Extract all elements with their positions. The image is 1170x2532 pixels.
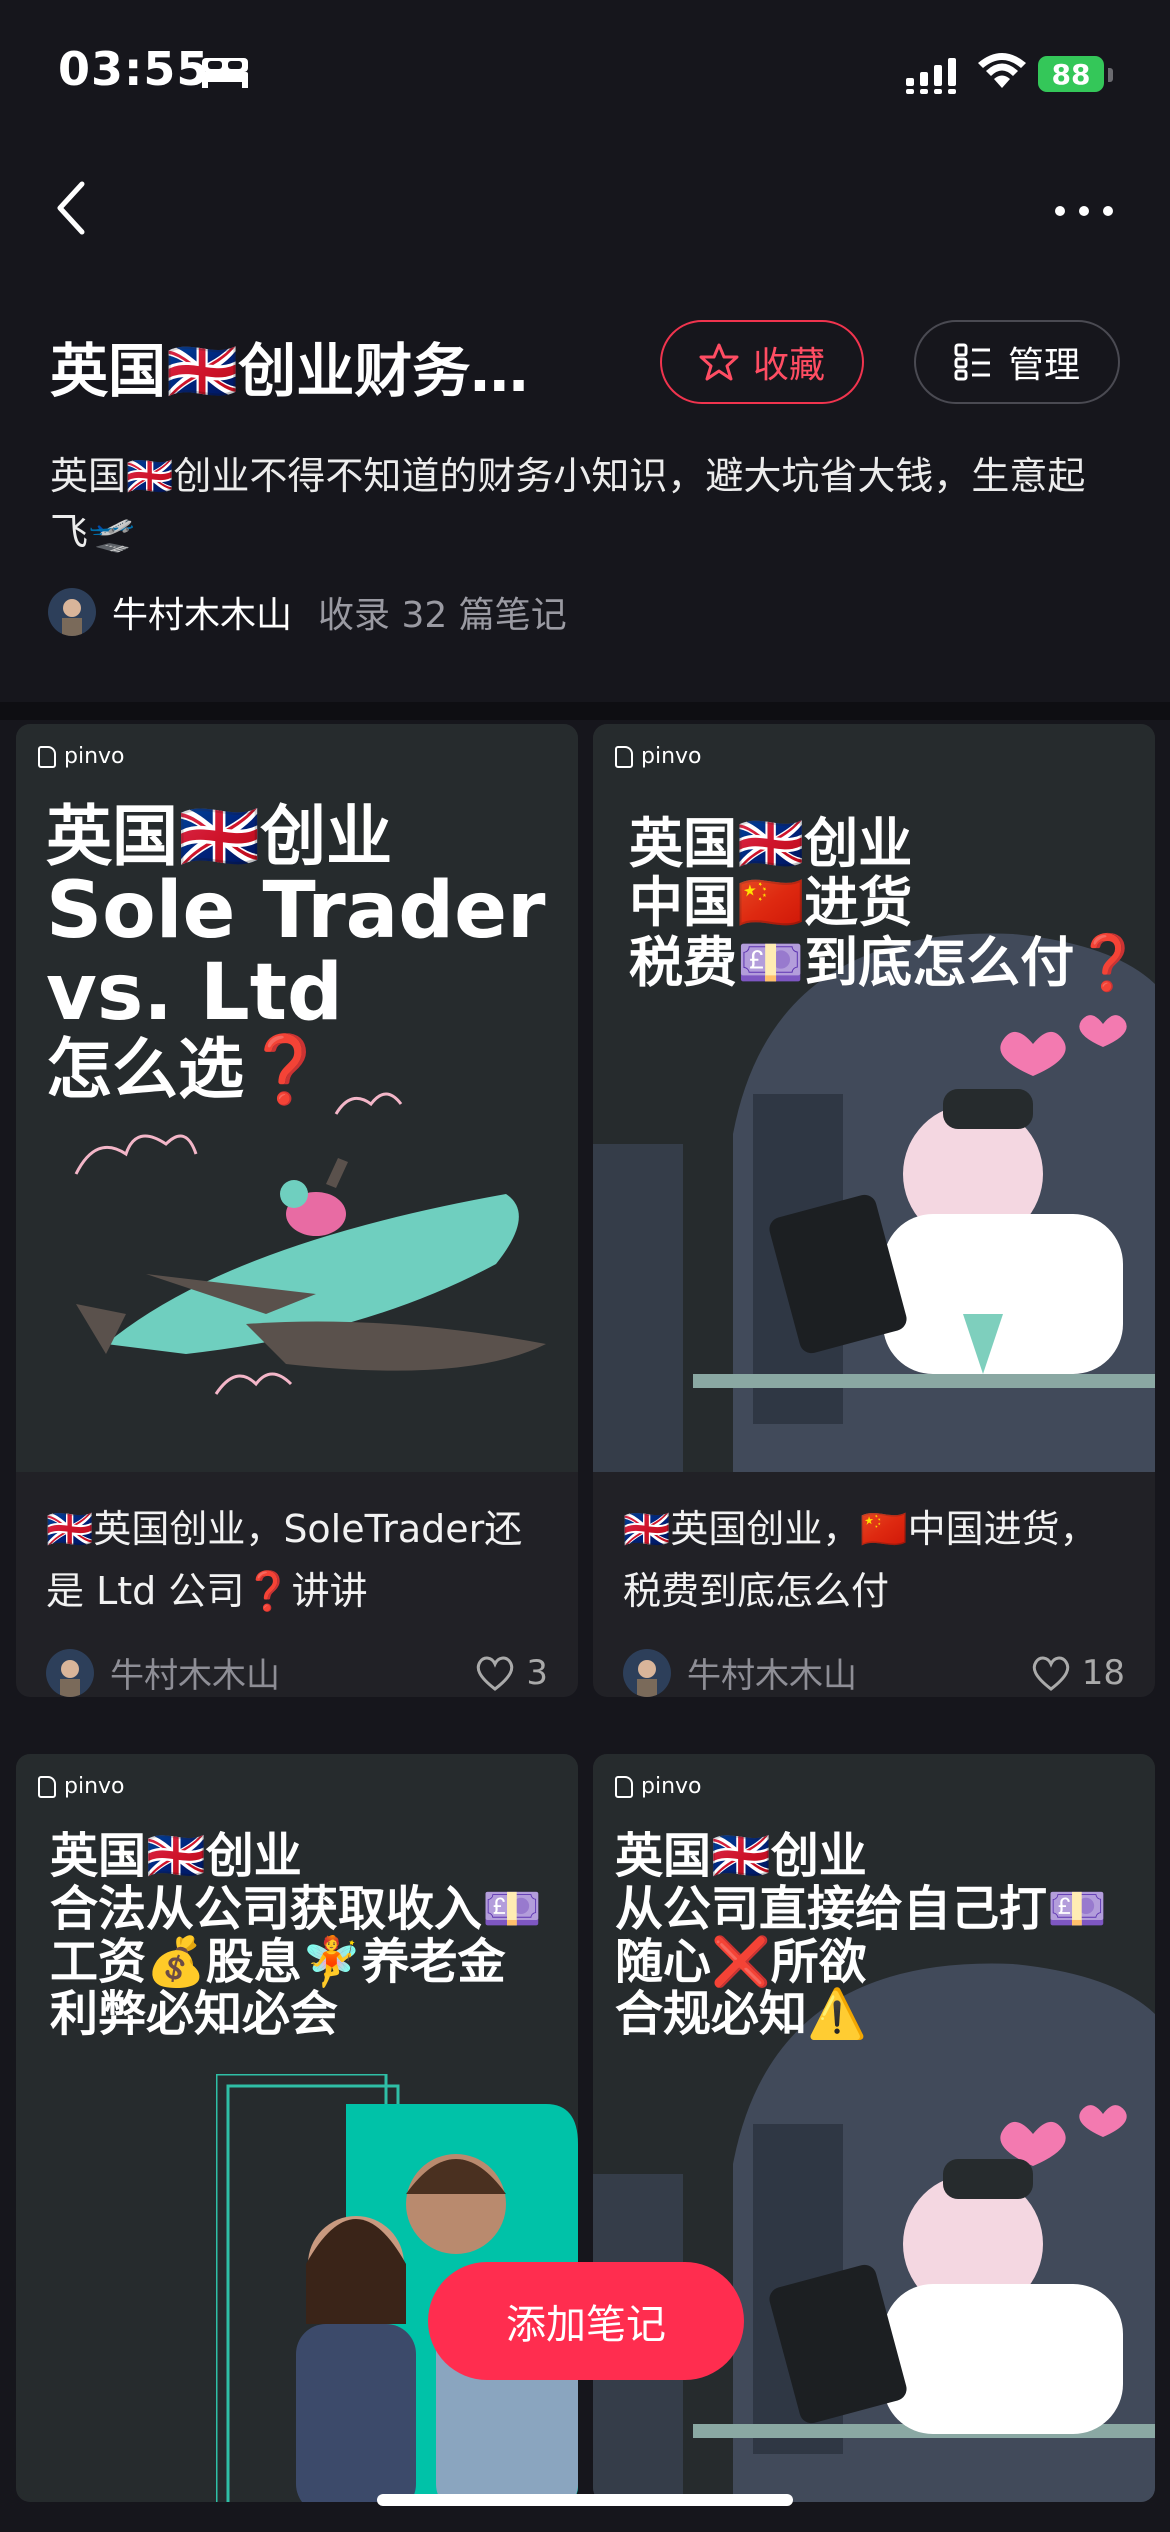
cover-headline: 英国🇬🇧创业 中国🇨🇳进货 税费💷到底怎么付❓ (629, 812, 1142, 994)
favorite-button[interactable]: 收藏 (660, 320, 864, 404)
author-avatar[interactable] (48, 588, 96, 636)
battery-tip (1108, 68, 1113, 82)
note-card[interactable]: pinvo 英国🇬🇧创业 Sole Trader vs. Ltd 怎么选❓ 🇬🇧… (16, 724, 578, 1697)
note-title[interactable]: 🇬🇧英国创业，🇨🇳中国进货，税费到底怎么付 (593, 1472, 1155, 1630)
wifi-icon (978, 53, 1026, 88)
airplane-illustration (74, 1092, 546, 1395)
note-count: 收录 32 篇笔记 (318, 595, 567, 636)
like-button[interactable]: 18 (1030, 1653, 1125, 1693)
note-footer: 牛村木木山 3 (16, 1630, 578, 1697)
cover-headline: 英国🇬🇧创业 Sole Trader vs. Ltd 怎么选❓ (46, 798, 546, 1109)
favorite-label: 收藏 (752, 345, 825, 386)
note-cover[interactable]: pinvo 英国🇬🇧创业 中国🇨🇳进货 税费💷到底怎么付❓ (593, 724, 1155, 1472)
cellular-signal-icon (906, 58, 956, 94)
note-card[interactable]: pinvo 英国🇬🇧创业 从公司直接给自己打💷 随心❌所欲 合规必知⚠️ (593, 1754, 1155, 2502)
note-card[interactable]: pinvo 英国🇬🇧创业 合法从公司获取收入💷 工资💰股息🧚养老金 利弊必知必会 (16, 1754, 578, 2502)
note-footer: 牛村木木山 18 (593, 1630, 1155, 1697)
author-avatar[interactable] (46, 1648, 94, 1697)
like-count: 18 (1081, 1652, 1125, 1693)
like-button[interactable]: 3 (474, 1653, 548, 1693)
collection-title: 英国🇬🇧创业财务… (50, 337, 529, 405)
heart-icon (477, 1656, 514, 1691)
collection-author-row[interactable]: 牛村木木山 收录 32 篇笔记 (48, 586, 567, 638)
star-icon (699, 343, 739, 381)
author-name[interactable]: 牛村木木山 (110, 1648, 474, 1697)
back-arrow-icon[interactable] (52, 178, 92, 238)
more-options-icon[interactable] (1054, 204, 1114, 218)
battery-indicator: 88 (1038, 56, 1104, 92)
collection-description: 英国🇬🇧创业不得不知道的财务小知识，避大坑省大钱，生意起飞🛫 (50, 454, 1086, 554)
brand-watermark: pinvo (38, 1774, 125, 1799)
like-count: 3 (526, 1652, 548, 1693)
brand-watermark: pinvo (38, 744, 125, 769)
author-name[interactable]: 牛村木木山 (687, 1648, 1030, 1697)
note-cover[interactable]: pinvo 英国🇬🇧创业 合法从公司获取收入💷 工资💰股息🧚养老金 利弊必知必会 (16, 1754, 578, 2502)
add-note-button[interactable]: 添加笔记 (428, 2262, 744, 2380)
cover-headline: 英国🇬🇧创业 从公司直接给自己打💷 随心❌所欲 合规必知⚠️ (615, 1828, 1107, 2043)
home-indicator[interactable] (377, 2494, 793, 2506)
list-manage-icon (954, 343, 990, 381)
note-cover[interactable]: pinvo 英国🇬🇧创业 Sole Trader vs. Ltd 怎么选❓ (16, 724, 578, 1472)
brand-watermark: pinvo (615, 744, 702, 769)
note-card[interactable]: pinvo 英国🇬🇧创业 中国🇨🇳进货 税费💷到底怎么付❓ 🇬🇧英国创业，🇨🇳中… (593, 724, 1155, 1697)
status-time: 03:55 (58, 42, 210, 96)
manage-label: 管理 (1007, 345, 1080, 386)
author-avatar[interactable] (623, 1648, 671, 1697)
manage-button[interactable]: 管理 (914, 320, 1120, 404)
note-title[interactable]: 🇬🇧英国创业，SoleTrader还是 Ltd 公司❓讲讲 (16, 1472, 578, 1630)
note-cover[interactable]: pinvo 英国🇬🇧创业 从公司直接给自己打💷 随心❌所欲 合规必知⚠️ (593, 1754, 1155, 2502)
brand-watermark: pinvo (615, 1774, 702, 1799)
sleep-mode-icon (202, 58, 248, 88)
author-name[interactable]: 牛村木木山 (112, 586, 292, 638)
heart-icon (1032, 1656, 1069, 1691)
cover-headline: 英国🇬🇧创业 合法从公司获取收入💷 工资💰股息🧚养老金 利弊必知必会 (50, 1828, 542, 2043)
section-divider (0, 702, 1170, 720)
